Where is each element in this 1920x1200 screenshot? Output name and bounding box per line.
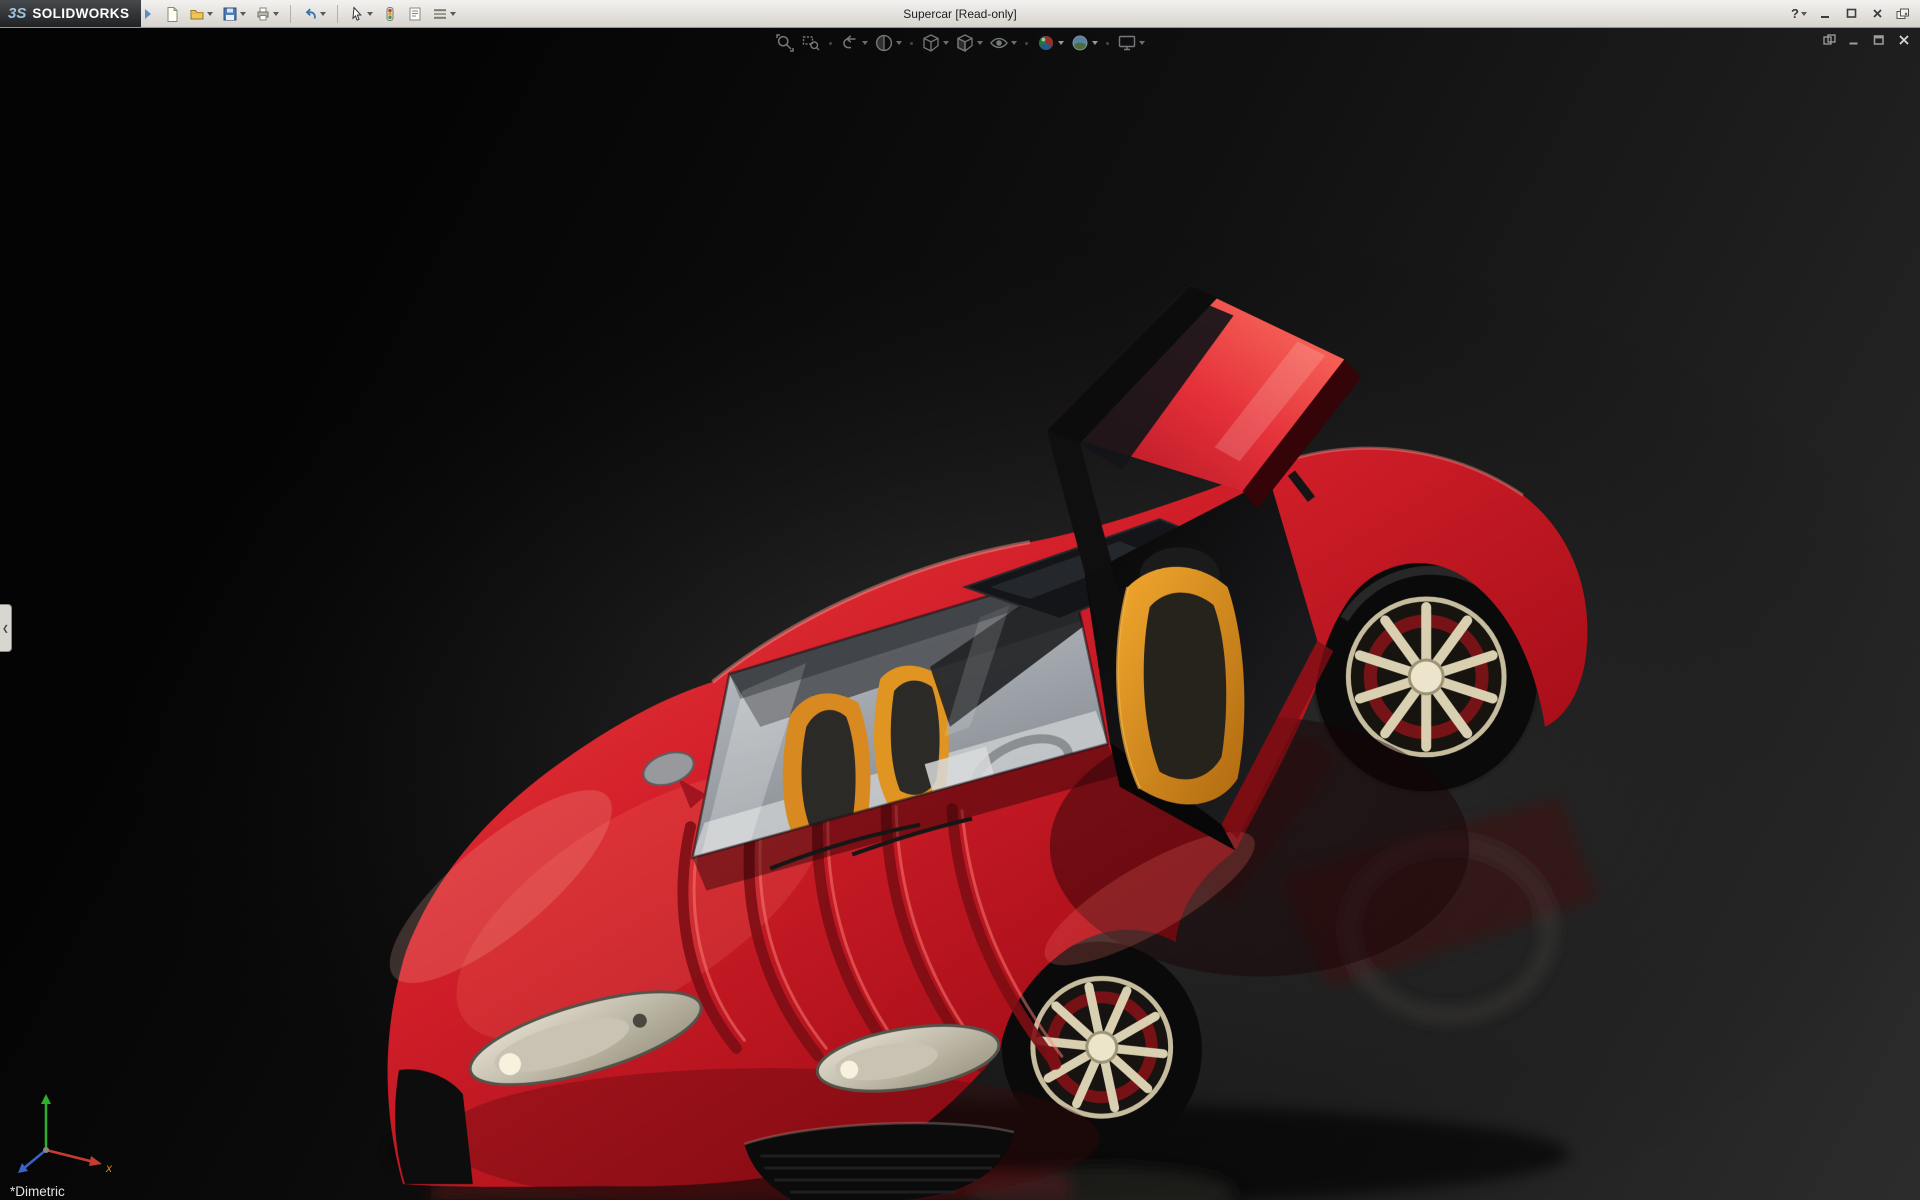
- heads-up-view-toolbar: [775, 33, 1145, 53]
- zoom-to-fit-button[interactable]: [775, 33, 795, 53]
- file-properties-button[interactable]: [404, 3, 426, 25]
- print-icon: [255, 6, 271, 22]
- document-minimize-button[interactable]: [1846, 33, 1862, 47]
- minimize-window-button[interactable]: [1814, 4, 1836, 23]
- chevron-down-icon: [240, 12, 246, 16]
- hud-separator: [1025, 42, 1028, 45]
- view-settings-icon: [1117, 33, 1137, 53]
- chevron-down-icon: [1139, 41, 1145, 45]
- open-folder-icon: [189, 6, 205, 22]
- options-button[interactable]: [429, 3, 459, 25]
- hide-show-items-eye-icon: [989, 33, 1009, 53]
- graphics-viewport[interactable]: ❮: [0, 28, 1920, 1200]
- previous-view-icon: [840, 33, 860, 53]
- new-document-button[interactable]: [161, 3, 183, 25]
- chevron-down-icon: [943, 41, 949, 45]
- x-axis-label: x: [105, 1161, 113, 1175]
- select-button[interactable]: [346, 3, 376, 25]
- hud-separator: [1106, 42, 1109, 45]
- chevron-down-icon: [1058, 41, 1064, 45]
- section-view-icon: [874, 33, 894, 53]
- reference-triad: x: [6, 1058, 136, 1178]
- rebuild-traffic-light-icon: [382, 6, 398, 22]
- menu-expand-arrow-icon[interactable]: [145, 9, 151, 19]
- select-cursor-icon: [349, 6, 365, 22]
- zoom-to-area-icon: [801, 33, 821, 53]
- chevron-down-icon: [862, 41, 868, 45]
- window-tile-icon: [1823, 34, 1836, 46]
- undo-button[interactable]: [299, 3, 329, 25]
- view-settings-button[interactable]: [1117, 33, 1145, 53]
- chevron-down-icon: [320, 12, 326, 16]
- document-window-controls: [1821, 33, 1912, 47]
- toolbar-separator: [290, 5, 291, 23]
- chevron-down-icon: [207, 12, 213, 16]
- apply-scene-button[interactable]: [1070, 33, 1098, 53]
- dassault-3ds-logo-icon: 3S: [8, 5, 26, 22]
- file-properties-icon: [407, 6, 423, 22]
- chevron-down-icon: [273, 12, 279, 16]
- open-button[interactable]: [186, 3, 216, 25]
- chevron-down-icon: [1011, 41, 1017, 45]
- solidworks-window: { "titlebar": { "brand": { "glyph": "3S"…: [0, 0, 1920, 1200]
- close-window-button[interactable]: [1866, 4, 1888, 23]
- maximize-window-button[interactable]: [1840, 4, 1862, 23]
- zoom-to-area-button[interactable]: [801, 33, 821, 53]
- chevron-down-icon: [367, 12, 373, 16]
- chevron-down-icon: [450, 12, 456, 16]
- chevron-down-icon: [1801, 12, 1807, 16]
- x-axis-arrow: [89, 1156, 102, 1166]
- solidworks-logo-text: SOLIDWORKS: [32, 6, 129, 21]
- document-close-button[interactable]: [1896, 33, 1912, 47]
- window-minimize-icon: [1848, 34, 1860, 46]
- y-axis-arrow: [41, 1094, 51, 1104]
- zoom-to-fit-icon: [775, 33, 795, 53]
- window-stack-icon: [1896, 8, 1910, 20]
- maximize-icon: [1846, 8, 1857, 19]
- window-stack-button[interactable]: [1892, 4, 1914, 23]
- minimize-icon: [1820, 8, 1831, 19]
- titlebar-right-controls: ?: [1788, 4, 1920, 23]
- view-orientation-cube-icon: [921, 33, 941, 53]
- previous-view-button[interactable]: [840, 33, 868, 53]
- featuremanager-collapsed-tab[interactable]: ❮: [0, 604, 12, 652]
- titlebar: 3S SOLIDWORKS: [0, 0, 1920, 28]
- options-icon: [432, 6, 448, 22]
- hud-separator: [910, 42, 913, 45]
- toolbar-separator: [337, 5, 338, 23]
- 3d-model-supercar[interactable]: [0, 28, 1920, 1200]
- view-orientation-button[interactable]: [921, 33, 949, 53]
- chevron-down-icon: [977, 41, 983, 45]
- solidworks-logo: 3S SOLIDWORKS: [0, 0, 141, 27]
- hud-separator: [829, 42, 832, 45]
- window-close-icon: [1898, 34, 1910, 46]
- edit-appearance-button[interactable]: [1036, 33, 1064, 53]
- save-floppy-icon: [222, 6, 238, 22]
- help-button[interactable]: ?: [1788, 6, 1810, 21]
- print-button[interactable]: [252, 3, 282, 25]
- standard-toolbar: [161, 3, 459, 25]
- new-document-icon: [164, 6, 180, 22]
- help-label: ?: [1791, 6, 1799, 21]
- edit-appearance-ball-icon: [1036, 33, 1056, 53]
- close-icon: [1872, 8, 1883, 19]
- chevron-down-icon: [1092, 41, 1098, 45]
- hide-show-items-button[interactable]: [989, 33, 1017, 53]
- document-restore-button[interactable]: [1871, 33, 1887, 47]
- apply-scene-icon: [1070, 33, 1090, 53]
- display-style-icon: [955, 33, 975, 53]
- save-button[interactable]: [219, 3, 249, 25]
- display-style-button[interactable]: [955, 33, 983, 53]
- section-view-button[interactable]: [874, 33, 902, 53]
- document-tile-button[interactable]: [1821, 33, 1837, 47]
- view-orientation-label: *Dimetric: [10, 1184, 65, 1199]
- undo-arrow-icon: [302, 6, 318, 22]
- window-restore-icon: [1873, 34, 1885, 46]
- rebuild-button[interactable]: [379, 3, 401, 25]
- chevron-down-icon: [896, 41, 902, 45]
